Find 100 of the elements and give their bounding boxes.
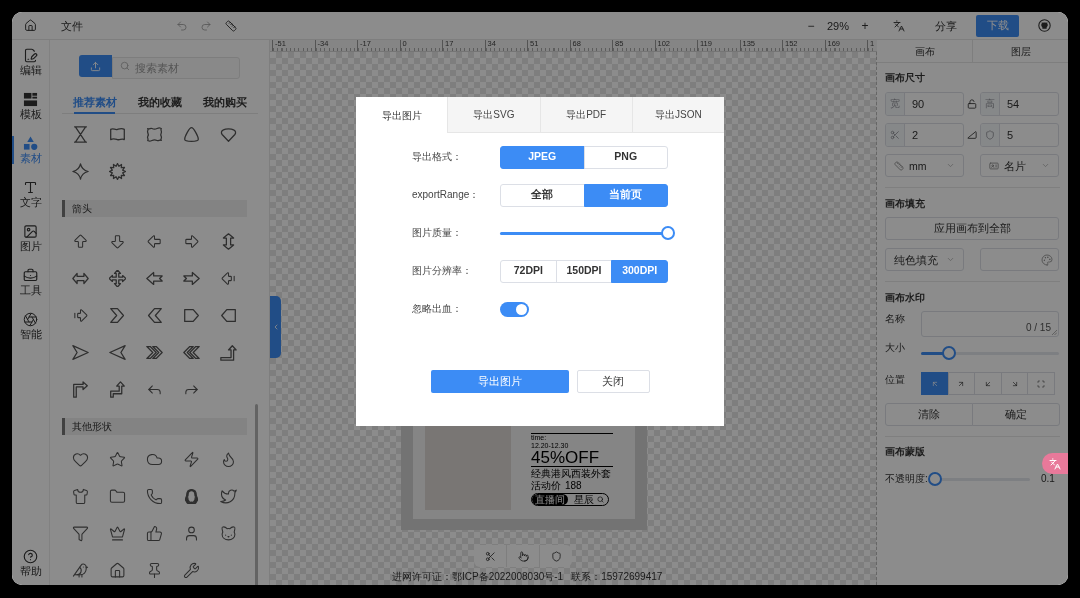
penguin-icon[interactable] [183, 488, 200, 505]
confirm-button[interactable]: 确定 [972, 403, 1060, 426]
scrollbar[interactable] [255, 404, 258, 585]
quality-slider[interactable] [500, 226, 675, 240]
unit-select[interactable]: mm [885, 154, 964, 177]
funnel-icon[interactable] [72, 525, 89, 542]
slider-thumb[interactable] [942, 346, 957, 360]
bird-icon[interactable] [220, 488, 237, 505]
double-chevron-left-icon[interactable] [183, 344, 200, 361]
chevron-left-shape-icon[interactable] [146, 307, 163, 324]
right-arrow-icon[interactable] [183, 233, 200, 250]
pin-icon[interactable] [146, 562, 163, 579]
translate-icon[interactable] [893, 19, 905, 32]
nav-item[interactable]: 素材 [12, 128, 49, 172]
phone-icon[interactable] [146, 488, 163, 505]
up-arrow-icon[interactable] [72, 233, 89, 250]
notched-left-arrow-icon[interactable] [146, 270, 163, 287]
up-down-arrow-icon[interactable] [220, 233, 237, 250]
assets-tab[interactable]: 我的收藏 [127, 92, 193, 113]
rounded-triangle-icon[interactable] [183, 126, 200, 143]
slider-thumb[interactable] [928, 472, 942, 486]
nav-item[interactable]: 智能 [12, 304, 49, 348]
shield-field[interactable]: 5 [980, 123, 1059, 147]
four-way-arrow-icon[interactable] [109, 270, 126, 287]
scissors-icon[interactable] [484, 550, 496, 562]
bird-icon[interactable] [72, 562, 89, 579]
help-button[interactable]: 帮助 [12, 543, 49, 583]
left-arrow-icon[interactable] [146, 233, 163, 250]
fill-mode-select[interactable]: 纯色填充 [885, 248, 964, 271]
preset-select[interactable]: 名片 [980, 154, 1059, 177]
nav-item[interactable]: 图片 [12, 216, 49, 260]
collapse-handle[interactable] [270, 296, 281, 358]
toggle-switch[interactable] [500, 301, 529, 317]
segment-option[interactable]: 300DPI [611, 259, 668, 283]
segment-option[interactable]: PNG [583, 145, 668, 169]
corner-right-arrow-icon[interactable] [72, 381, 89, 398]
resize-grip-icon[interactable] [1052, 330, 1057, 335]
rounded-rhombus-icon[interactable] [220, 126, 237, 143]
segment-option[interactable]: 全部 [500, 183, 585, 207]
right-arrow-bar-icon[interactable] [72, 307, 89, 324]
wavy-frame-icon[interactable] [146, 126, 163, 143]
heart-icon[interactable] [72, 451, 89, 468]
pentagon-left-icon[interactable] [220, 307, 237, 324]
logo-icon[interactable] [1038, 19, 1051, 32]
panel-tab[interactable]: 画布 [877, 40, 972, 62]
close-button[interactable]: 关闭 [576, 370, 650, 393]
corner-up-arrow-icon[interactable] [220, 344, 237, 361]
chevron-right-shape-icon[interactable] [109, 307, 126, 324]
share-button[interactable]: 分享 [935, 19, 957, 32]
segment-option[interactable]: 150DPI [555, 259, 613, 283]
hand-pointer-icon[interactable] [517, 550, 529, 562]
file-menu[interactable]: 文件 [61, 19, 83, 32]
slider-thumb[interactable] [661, 226, 675, 240]
starburst-icon[interactable] [109, 163, 126, 180]
zoom-out-button[interactable]: − [806, 19, 816, 32]
cut-field[interactable]: 2 [885, 123, 964, 147]
house-icon[interactable] [109, 562, 126, 579]
hourglass-icon[interactable] [72, 126, 89, 143]
cat-icon[interactable] [220, 525, 237, 542]
pointer-left-icon[interactable] [109, 344, 126, 361]
panel-tab[interactable]: 图层 [972, 40, 1068, 62]
ruler-icon[interactable] [225, 19, 237, 32]
translate-button[interactable] [1042, 453, 1068, 474]
dialog-tab[interactable]: 导出SVG [447, 97, 540, 133]
assets-tab[interactable]: 我的购买 [192, 92, 258, 113]
notched-right-arrow-icon[interactable] [183, 270, 200, 287]
dialog-tab[interactable]: 导出JSON [631, 97, 724, 133]
nav-item[interactable]: 编辑 [12, 40, 49, 84]
left-arrow-bar-icon[interactable] [220, 270, 237, 287]
nav-item[interactable]: 模板 [12, 84, 49, 128]
clear-button[interactable]: 清除 [885, 403, 973, 426]
apply-all-button[interactable]: 应用画布到全部 [885, 217, 1059, 240]
home-icon[interactable] [24, 19, 37, 32]
export-button[interactable]: 导出图片 [430, 370, 569, 393]
wrench-icon[interactable] [183, 562, 200, 579]
lightning-icon[interactable] [183, 451, 200, 468]
nav-item[interactable]: 工具 [12, 260, 49, 304]
palette-icon[interactable] [1041, 253, 1053, 266]
thumbs-up-icon[interactable] [146, 525, 163, 542]
download-button[interactable]: 下载 [976, 14, 1019, 37]
segment-option[interactable]: 72DPI [500, 259, 557, 283]
upload-button[interactable] [79, 55, 112, 77]
double-chevron-right-icon[interactable] [146, 344, 163, 361]
crown-icon[interactable] [109, 525, 126, 542]
segment-option[interactable]: 当前页 [583, 183, 668, 207]
down-arrow-icon[interactable] [109, 233, 126, 250]
user-icon[interactable] [183, 525, 200, 542]
shirt-icon[interactable] [72, 488, 89, 505]
color-field[interactable] [980, 248, 1059, 271]
flame-icon[interactable] [220, 451, 237, 468]
unlock-icon[interactable] [967, 99, 977, 109]
size-slider[interactable] [921, 346, 1059, 360]
cloud-icon[interactable] [146, 451, 163, 468]
bent-up-arrow-icon[interactable] [109, 381, 126, 398]
dialog-tab[interactable]: 导出PDF [539, 97, 632, 133]
opacity-slider[interactable] [928, 472, 1030, 486]
segment-option[interactable]: JPEG [500, 145, 585, 169]
left-right-arrow-icon[interactable] [72, 270, 89, 287]
folder-icon[interactable] [109, 488, 126, 505]
watermark-name-field[interactable]: 0 / 15 [921, 311, 1059, 337]
